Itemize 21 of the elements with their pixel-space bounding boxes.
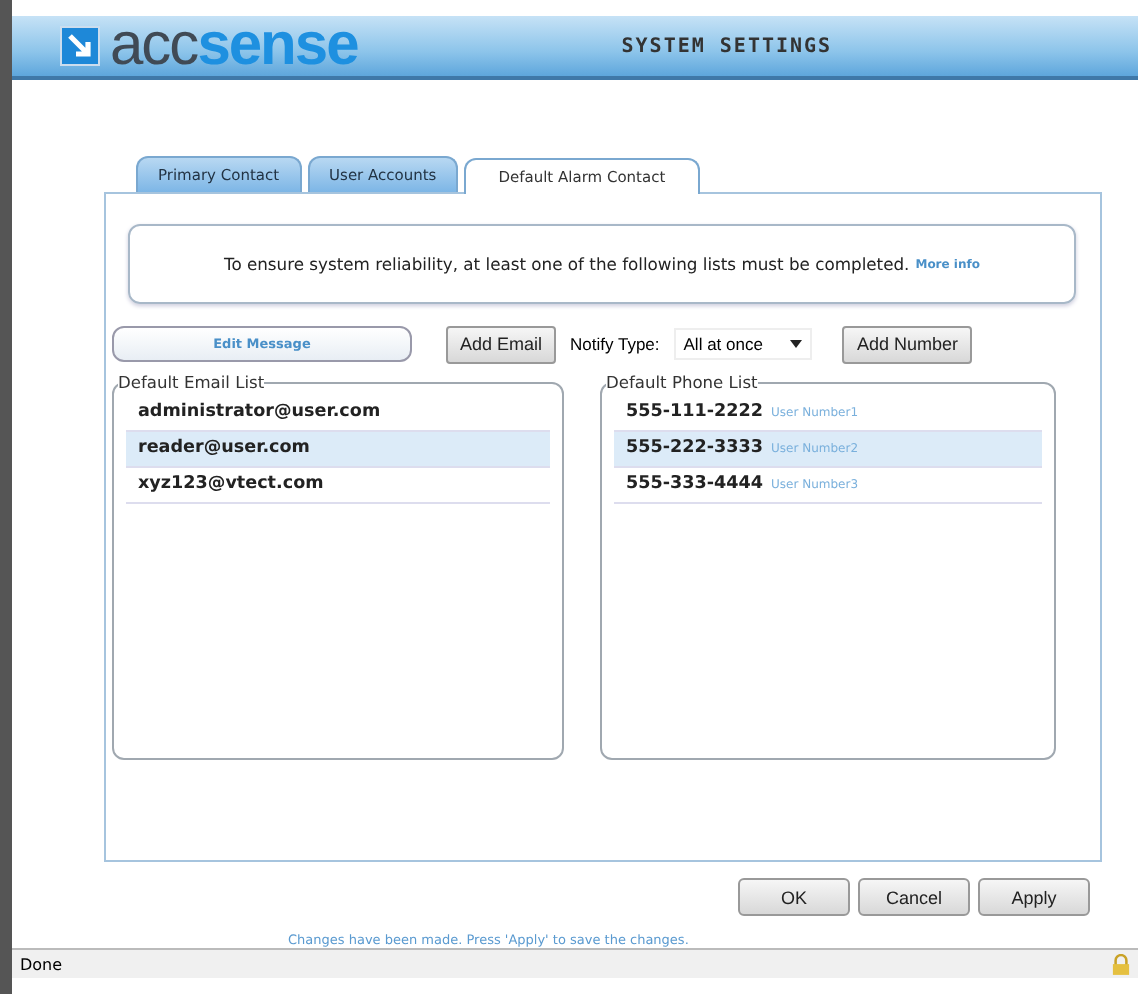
logo: accsense bbox=[110, 16, 358, 76]
phone-number: 555-111-2222 bbox=[626, 402, 764, 422]
logo-icon bbox=[60, 26, 100, 66]
page-title: SYSTEM SETTINGS bbox=[621, 35, 833, 57]
lock-icon bbox=[1112, 953, 1130, 975]
email-row[interactable]: reader@user.com bbox=[126, 432, 550, 468]
email-list-legend: Default Email List bbox=[118, 372, 265, 392]
add-number-button[interactable]: Add Number bbox=[842, 325, 972, 363]
dialog-button[interactable]: OK bbox=[738, 878, 850, 916]
notify-type-dropdown[interactable]: All at once bbox=[673, 328, 813, 360]
dialog-button[interactable]: Apply bbox=[978, 878, 1090, 916]
dialog-button[interactable]: Cancel bbox=[858, 878, 970, 916]
phone-number: 555-333-4444 bbox=[626, 474, 764, 494]
email-row[interactable]: xyz123@vtect.com bbox=[126, 468, 550, 504]
phone-number: 555-222-3333 bbox=[626, 438, 764, 458]
notice-text: To ensure system reliability, at least one of the following lists must be completed. bbox=[224, 254, 910, 274]
dropdown-arrow-icon bbox=[790, 340, 803, 348]
status-text: Done bbox=[20, 955, 63, 973]
add-email-button[interactable]: Add Email bbox=[446, 325, 557, 363]
notify-type-label: Notify Type: bbox=[570, 334, 660, 354]
phone-list-legend: Default Phone List bbox=[606, 372, 758, 392]
